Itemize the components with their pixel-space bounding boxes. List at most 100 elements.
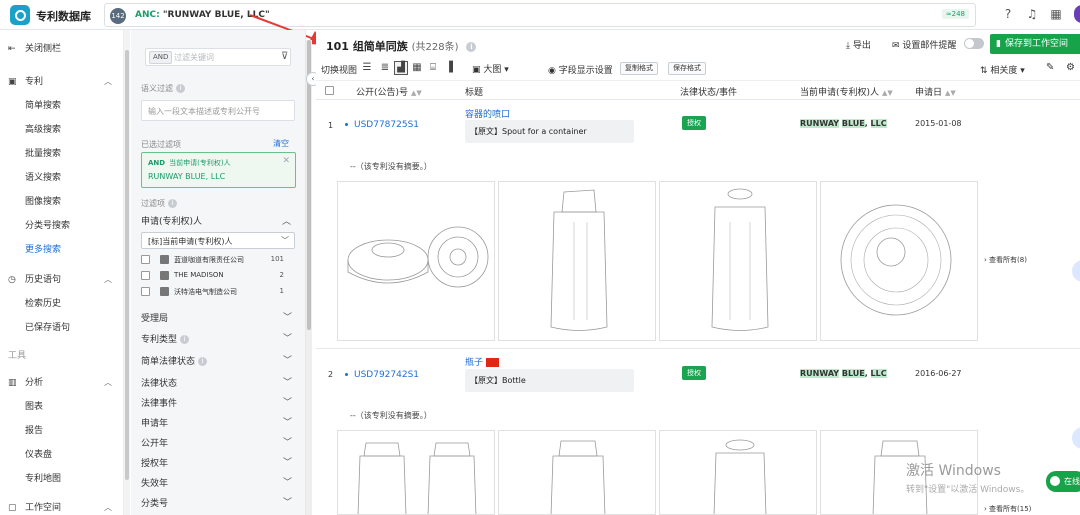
floating-side-tab[interactable] [1072, 260, 1080, 282]
chevron-up-icon[interactable]: ︿ [282, 214, 291, 227]
nav-group-analysis[interactable]: ▥ 分析 ︿ [0, 372, 124, 394]
applicant-name[interactable]: RUNWAY BLUE, LLC [800, 369, 887, 378]
applicant-option[interactable]: 蓝道咖道有限责任公司 101 [141, 253, 296, 267]
nav-item-image-search[interactable]: 图像搜索 [0, 191, 124, 213]
filter-section-application-year[interactable]: 申请年 ﹀ [141, 411, 296, 431]
online-chat-button[interactable]: 在线 [1046, 471, 1080, 492]
floating-side-tab[interactable] [1072, 427, 1080, 449]
info-icon[interactable]: i [198, 357, 208, 366]
applicant-option[interactable]: 沃特浩电气制造公司 1 [141, 285, 296, 299]
nav-item-semantic-search[interactable]: 语义搜索 [0, 167, 124, 189]
applicant-option[interactable]: THE MADISON 2 [141, 269, 296, 283]
nav-group-patent[interactable]: ▣ 专利 ︿ [0, 71, 124, 93]
compare-view-icon[interactable]: ⌸ [426, 61, 440, 75]
patent-drawing-thumbnail[interactable] [337, 430, 495, 515]
info-icon[interactable]: i [180, 335, 190, 344]
patent-drawing-thumbnail[interactable] [498, 430, 656, 515]
image-size-select[interactable]: ▣ 大图 ▾ [472, 62, 509, 75]
filter-section-patent-type[interactable]: 专利类型 i ﹀ [141, 327, 296, 347]
filter-panel-scrollbar[interactable] [306, 40, 312, 515]
filter-section-simple-legal-status[interactable]: 简单法律状态 i ﹀ [141, 349, 296, 369]
select-all-checkbox[interactable] [325, 86, 334, 95]
view-all-drawings-link[interactable]: › 查看所有(15) [984, 504, 1031, 514]
patent-drawing-thumbnail[interactable] [498, 181, 656, 341]
filter-section-expiry-year[interactable]: 失效年 ﹀ [141, 471, 296, 491]
save-to-workspace-button[interactable]: ▮ 保存到工作空间 [990, 34, 1080, 54]
filter-section-legal-event[interactable]: 法律事件 ﹀ [141, 391, 296, 411]
nav-group-workspace[interactable]: ▢ 工作空间 ︿ [0, 497, 124, 515]
applicant-field-select[interactable]: [标]当前申请(专利权)人 ﹀ [141, 232, 295, 249]
patent-title-link[interactable]: 容器的喷口 [465, 107, 510, 120]
brand-title[interactable]: 专利数据库 [36, 8, 91, 24]
query-search-box[interactable]: 142 ANC: "RUNWAY BLUE, LLC" ≈248 [104, 3, 976, 27]
patent-drawing-thumbnail[interactable] [659, 430, 817, 515]
field-display-settings[interactable]: ◉ 字段显示设置 [548, 63, 613, 76]
email-alert-toggle[interactable] [964, 38, 984, 49]
scrollbar-thumb[interactable] [125, 50, 129, 480]
selected-filter-chip[interactable]: AND 当前申请(专利权)人 RUNWAY BLUE, LLC ✕ [141, 152, 296, 188]
patent-drawing-thumbnail[interactable] [659, 181, 817, 341]
clear-filters-link[interactable]: 清空 [273, 138, 289, 149]
nav-item-reports[interactable]: 报告 [0, 420, 124, 442]
list-view-icon[interactable]: ☰ [360, 61, 374, 75]
applicant-section-title[interactable]: 申请(专利权)人 [141, 214, 202, 227]
checkbox[interactable] [141, 287, 150, 296]
avatar[interactable] [1074, 5, 1080, 23]
publication-number-link[interactable]: USD792742S1 [345, 370, 419, 380]
semantic-filter-input[interactable]: 输入一段文本描述或专利公开号 [141, 100, 295, 121]
image-view-icon[interactable]: ▟ [394, 61, 408, 75]
gallery-view-icon[interactable]: ▦ [410, 61, 424, 75]
info-icon[interactable]: i [176, 84, 185, 93]
email-alert-button[interactable]: ✉ 设置邮件提醒 [892, 38, 956, 51]
sort-arrows-icon[interactable]: ▲▼ [882, 89, 893, 97]
nav-item-classification-search[interactable]: 分类号搜索 [0, 215, 124, 237]
publication-number-link[interactable]: USD778725S1 [345, 120, 419, 130]
filter-section-grant-year[interactable]: 授权年 ﹀ [141, 451, 296, 471]
patent-drawing-thumbnail[interactable] [337, 181, 495, 341]
nav-item-advanced-search[interactable]: 高级搜索 [0, 119, 124, 141]
sort-arrows-icon[interactable]: ▲▼ [945, 89, 956, 97]
filter-section-office[interactable]: 受理局 ﹀ [141, 306, 296, 326]
column-header-pub-no[interactable]: 公开(公告)号 ▲▼ [356, 85, 422, 98]
help-icon[interactable]: ? [1000, 6, 1016, 22]
nav-item-search-history[interactable]: 检索历史 [0, 293, 124, 315]
nav-item-patent-map[interactable]: 专利地图 [0, 468, 124, 490]
filter-section-classification[interactable]: 分类号 ﹀ [141, 491, 296, 511]
gear-icon[interactable]: ⚙ [1066, 62, 1075, 73]
nav-item-charts[interactable]: 图表 [0, 396, 124, 418]
applicant-name[interactable]: RUNWAY BLUE, LLC [800, 119, 887, 128]
copy-format-button[interactable]: 复制格式 [620, 62, 658, 75]
left-nav-scrollbar[interactable] [124, 30, 130, 515]
detail-view-icon[interactable]: ≣ [378, 61, 392, 75]
sort-relevance-select[interactable]: ⇅ 相关度 ▾ [980, 63, 1025, 76]
bell-icon[interactable]: ♫ [1024, 6, 1040, 22]
column-header-app-date[interactable]: 申请日 ▲▼ [915, 85, 956, 98]
nav-item-more-search[interactable]: 更多搜索 [0, 239, 124, 261]
info-icon[interactable]: i [466, 42, 477, 52]
nav-item-dashboard[interactable]: 仪表盘 [0, 444, 124, 466]
export-button[interactable]: ⤓ 导出 [846, 38, 871, 51]
funnel-icon[interactable]: ⊽ [281, 51, 288, 62]
view-all-drawings-link[interactable]: › 查看所有(8) [984, 255, 1027, 265]
close-icon[interactable]: ✕ [282, 156, 290, 166]
collapse-sidebar[interactable]: ⇤ 关闭侧栏 [0, 38, 124, 60]
nav-item-simple-search[interactable]: 简单搜索 [0, 95, 124, 117]
nav-group-history[interactable]: ◷ 历史语句 ︿ [0, 269, 124, 291]
save-format-button[interactable]: 保存格式 [668, 62, 706, 75]
sort-arrows-icon[interactable]: ▲▼ [411, 89, 422, 97]
chart-view-icon[interactable]: ▐ [442, 61, 456, 75]
apps-grid-icon[interactable]: ▦ [1048, 6, 1064, 22]
checkbox[interactable] [141, 271, 150, 280]
patent-drawing-thumbnail[interactable] [820, 181, 978, 341]
column-header-applicant[interactable]: 当前申请(专利权)人 ▲▼ [800, 85, 893, 98]
patent-title-link[interactable]: 瓶子 [465, 355, 500, 368]
filter-section-publication-year[interactable]: 公开年 ﹀ [141, 431, 296, 451]
pin-icon[interactable]: ✎ [1046, 62, 1054, 73]
filter-section-legal-status[interactable]: 法律状态 ﹀ [141, 371, 296, 391]
filter-keyword-input[interactable]: AND 过滤关键词 [145, 48, 291, 66]
and-operator-tag[interactable]: AND [149, 51, 173, 64]
nav-item-batch-search[interactable]: 批量搜索 [0, 143, 124, 165]
nav-item-saved-queries[interactable]: 已保存语句 [0, 317, 124, 339]
info-icon[interactable]: i [168, 199, 177, 208]
patent-db-logo-icon[interactable] [10, 5, 30, 25]
